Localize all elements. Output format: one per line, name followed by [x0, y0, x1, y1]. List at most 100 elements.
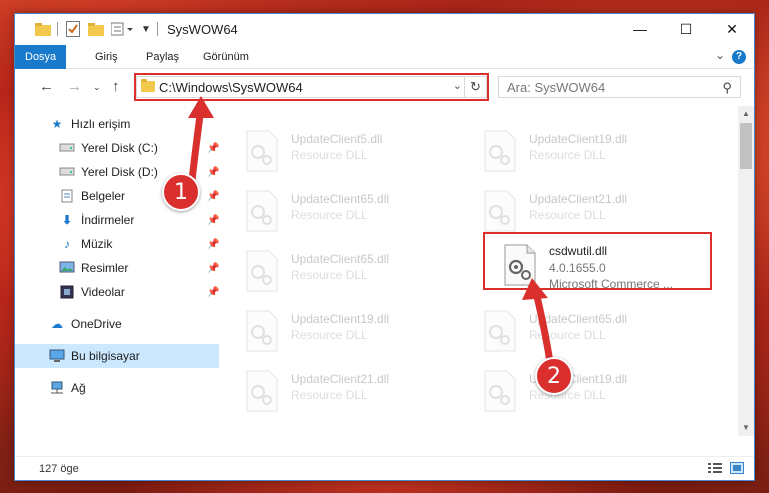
sidebar-item-label: OneDrive — [71, 317, 122, 331]
sidebar-item-onedrive[interactable]: ☁ OneDrive — [15, 312, 219, 336]
sidebar-item-label: Yerel Disk (D:) — [81, 165, 158, 179]
file-item[interactable]: UpdateClient19.dll Resource DLL — [221, 300, 451, 354]
item-count: 127 öge — [39, 463, 79, 475]
properties-icon[interactable] — [66, 20, 80, 38]
scroll-up-icon[interactable]: ▲ — [738, 106, 754, 122]
details-view-icon[interactable] — [708, 462, 722, 474]
pin-icon[interactable]: 📌 — [207, 239, 219, 250]
recent-locations-icon[interactable]: ⌄ — [93, 82, 101, 93]
navigation-bar: ← → ⌄ ↑ C:\Windows\SysWOW64 ⌄ ↻ Ara: Sys… — [15, 70, 754, 105]
callout-badge-2: 2 — [535, 357, 573, 395]
videos-icon — [59, 285, 75, 299]
tab-paylas[interactable]: Paylaş — [136, 45, 189, 69]
sidebar-item-downloads[interactable]: ⬇ İndirmeler 📌 — [15, 208, 219, 232]
file-name: UpdateClient19.dll — [529, 132, 628, 146]
callout-badge-1: 1 — [162, 173, 200, 211]
sidebar-item-pictures[interactable]: Resimler 📌 — [15, 256, 219, 280]
music-icon: ♪ — [64, 237, 70, 251]
window-title: SysWOW64 — [167, 22, 238, 37]
file-name: UpdateClient21.dll — [529, 192, 628, 206]
expand-ribbon-icon[interactable]: ⌄ — [715, 48, 725, 62]
file-name: UpdateClient21.dll — [291, 372, 390, 386]
navigation-pane: ★ Hızlı erişim Yerel Disk (C:) 📌 Yerel D… — [15, 106, 220, 436]
file-type: Resource DLL — [529, 148, 606, 162]
search-input[interactable]: Ara: SysWOW64 ⚲ — [498, 76, 741, 98]
file-name: UpdateClient65.dll — [291, 252, 390, 266]
file-name: UpdateClient19.dll — [291, 312, 390, 326]
file-type: Resource DLL — [291, 208, 368, 222]
search-icon[interactable]: ⚲ — [722, 80, 732, 96]
pin-icon[interactable]: 📌 — [207, 143, 219, 154]
tab-giris[interactable]: Giriş — [85, 45, 128, 69]
sidebar-item-music[interactable]: ♪ Müzik 📌 — [15, 232, 219, 256]
file-type: Resource DLL — [529, 328, 606, 342]
file-item[interactable]: UpdateClient65.dll Resource DLL — [221, 180, 451, 234]
ribbon-tabs: Dosya Giriş Paylaş Görünüm ⌄ ? — [15, 45, 754, 69]
pin-icon[interactable]: 📌 — [207, 215, 219, 226]
star-icon: ★ — [51, 117, 63, 131]
pictures-icon — [59, 261, 75, 275]
help-button[interactable]: ? — [732, 50, 746, 64]
sidebar-item-label: Yerel Disk (C:) — [81, 141, 158, 155]
scroll-thumb[interactable] — [740, 123, 752, 169]
back-button[interactable]: ← — [39, 78, 54, 95]
vertical-scrollbar[interactable]: ▲ ▼ — [738, 106, 754, 436]
pin-icon[interactable]: 📌 — [207, 167, 219, 178]
file-type: Resource DLL — [529, 208, 606, 222]
sidebar-item-label: Belgeler — [81, 189, 126, 203]
drive-icon — [59, 141, 75, 155]
status-bar: 127 öge — [15, 456, 754, 480]
up-button[interactable]: ↑ — [112, 78, 120, 95]
sidebar-item-label: Ağ — [71, 381, 86, 395]
sidebar-item-network[interactable]: Ağ — [15, 376, 219, 400]
file-name: UpdateClient5.dll — [291, 132, 383, 146]
pin-icon[interactable]: 📌 — [207, 191, 219, 202]
file-item[interactable]: UpdateClient65.dll Resource DLL — [221, 240, 451, 294]
file-type: Resource DLL — [291, 268, 368, 282]
quick-access-dropdown-icon[interactable]: ▼ — [141, 20, 151, 38]
file-type: Resource DLL — [291, 328, 368, 342]
sidebar-item-this-pc[interactable]: Bu bilgisayar — [15, 344, 219, 368]
new-folder-icon[interactable] — [88, 20, 104, 38]
drive-icon — [59, 165, 75, 179]
close-button[interactable]: ✕ — [709, 14, 755, 44]
sidebar-item-label: Bu bilgisayar — [71, 349, 140, 363]
sidebar-item-label: Resimler — [81, 261, 129, 275]
file-name: UpdateClient65.dll — [529, 312, 628, 326]
customize-toolbar-icon[interactable] — [111, 20, 135, 38]
file-item[interactable]: UpdateClient65.dll Resource DLL — [459, 300, 689, 354]
scroll-down-icon[interactable]: ▼ — [738, 420, 754, 436]
sidebar-item-quick-access[interactable]: ★ Hızlı erişim — [15, 112, 219, 136]
dll-file-icon — [246, 310, 278, 352]
maximize-button[interactable]: ☐ — [663, 14, 709, 44]
dll-file-icon — [484, 310, 516, 352]
title-bar: ▼ SysWOW64 — ☐ ✕ — [15, 14, 754, 45]
sidebar-item-videos[interactable]: Videolar 📌 — [15, 280, 219, 304]
dll-file-icon — [484, 130, 516, 172]
dll-file-icon — [246, 130, 278, 172]
file-item[interactable]: UpdateClient5.dll Resource DLL — [221, 120, 451, 174]
file-item[interactable]: UpdateClient21.dll Resource DLL — [459, 180, 689, 234]
file-item[interactable]: UpdateClient19.dll Resource DLL — [459, 120, 689, 174]
tab-gorunum[interactable]: Görünüm — [193, 45, 259, 69]
file-list: UpdateClient5.dll Resource DLL UpdateCli… — [221, 106, 739, 436]
pin-icon[interactable]: 📌 — [207, 263, 219, 274]
file-name: UpdateClient65.dll — [291, 192, 390, 206]
sidebar-item-label: İndirmeler — [81, 213, 135, 227]
large-icons-view-icon[interactable] — [730, 462, 744, 474]
search-placeholder: Ara: SysWOW64 — [507, 80, 606, 95]
pin-icon[interactable]: 📌 — [207, 287, 219, 298]
file-type: Resource DLL — [291, 388, 368, 402]
tab-dosya[interactable]: Dosya — [15, 45, 66, 69]
file-item[interactable]: UpdateClient19.dll Resource DLL — [459, 360, 689, 414]
dll-file-icon — [484, 370, 516, 412]
dll-file-icon — [246, 370, 278, 412]
file-item[interactable]: UpdateClient21.dll Resource DLL — [221, 360, 451, 414]
dll-file-icon — [246, 250, 278, 292]
file-highlight-box — [483, 232, 712, 290]
minimize-button[interactable]: — — [617, 14, 663, 44]
forward-button[interactable]: → — [67, 78, 82, 95]
cloud-icon: ☁ — [51, 317, 63, 331]
computer-icon — [49, 349, 65, 363]
sidebar-item-disk-c[interactable]: Yerel Disk (C:) 📌 — [15, 136, 219, 160]
